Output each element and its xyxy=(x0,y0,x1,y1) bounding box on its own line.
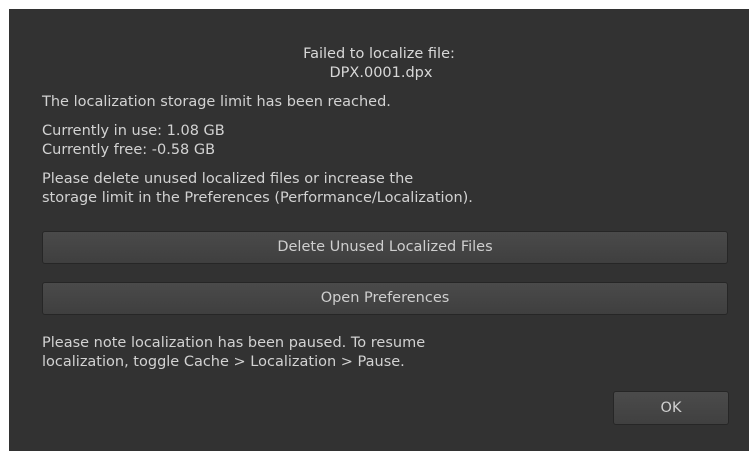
storage-in-use: Currently in use: 1.08 GB xyxy=(42,123,225,139)
dialog-title-line1: Failed to localize file: xyxy=(303,46,455,62)
open-preferences-button[interactable]: Open Preferences xyxy=(42,282,728,315)
localization-error-dialog: Failed to localize file: DPX.0001.dpx Th… xyxy=(9,9,749,451)
storage-free: Currently free: -0.58 GB xyxy=(42,142,216,158)
paused-note-line1: Please note localization has been paused… xyxy=(42,335,426,351)
delete-unused-localized-files-button[interactable]: Delete Unused Localized Files xyxy=(42,231,728,264)
paused-note-line2: localization, toggle Cache > Localizatio… xyxy=(42,354,405,370)
limit-reached-message: The localization storage limit has been … xyxy=(42,94,391,110)
dialog-title-filename: DPX.0001.dpx xyxy=(329,65,433,81)
instruction-line1: Please delete unused localized files or … xyxy=(42,171,414,187)
ok-button[interactable]: OK xyxy=(613,391,729,425)
instruction-line2: storage limit in the Preferences (Perfor… xyxy=(42,190,473,206)
